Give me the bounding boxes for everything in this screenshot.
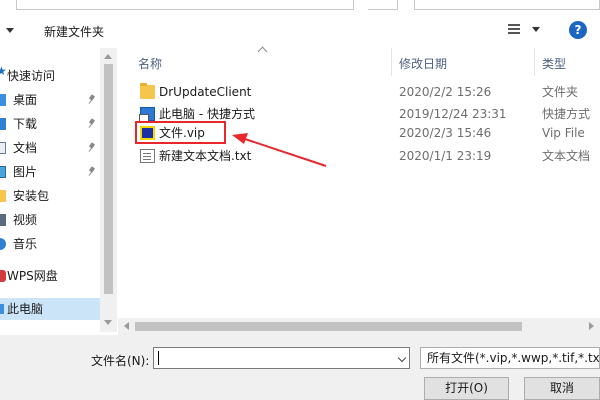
cancel-button[interactable]: 取消 (524, 377, 600, 400)
nav-item-label: 桌面 (13, 93, 38, 107)
address-bar[interactable] (16, 0, 354, 10)
view-options-button[interactable] (508, 22, 542, 38)
nav-item-label: 快速访问 (7, 69, 56, 83)
nav-item-label: 图片 (13, 165, 38, 179)
search-box[interactable] (414, 0, 600, 10)
top-strip (0, 0, 600, 10)
help-icon[interactable]: ? (569, 21, 587, 39)
nav-item-wps-cloud[interactable]: WPS网盘 (0, 265, 100, 287)
column-divider[interactable] (391, 48, 392, 76)
computer-icon (0, 304, 4, 314)
desktop-icon (0, 94, 6, 106)
file-name: DrUpdateClient (159, 85, 252, 99)
dialog-footer: 文件名(N): 所有文件(*.vip,*.wwp,*.tif,*.txt, 打开… (0, 335, 600, 400)
scrollbar-thumb[interactable] (104, 64, 113, 294)
file-type: 文件夹 (542, 85, 579, 99)
nav-item-label: 此电脑 (7, 302, 44, 316)
open-button[interactable]: 打开(O) (424, 377, 509, 400)
nav-item-label: 下载 (13, 117, 38, 131)
scroll-up-icon[interactable] (104, 54, 112, 59)
view-list-icon (508, 24, 520, 35)
pin-icon[interactable] (88, 95, 96, 105)
horizontal-scrollbar[interactable] (118, 318, 600, 335)
file-date: 2020/2/3 15:46 (399, 126, 492, 140)
nav-item-videos[interactable]: 视频 (0, 209, 100, 231)
nav-item-label: 视频 (13, 213, 38, 227)
file-type: 文本文档 (542, 149, 591, 163)
nav-item-label: 安装包 (13, 189, 50, 203)
cloud-icon (0, 270, 6, 282)
new-folder-button[interactable]: 新建文件夹 (44, 23, 104, 40)
nav-item-pictures[interactable]: 图片 (0, 161, 100, 183)
text-cursor (158, 351, 159, 365)
music-icon (0, 238, 6, 250)
file-type: 快捷方式 (542, 107, 591, 121)
column-headers: 名称 修改日期 类型 (118, 48, 600, 76)
nav-item-quick-access[interactable]: ★ 快速访问 (0, 64, 100, 87)
toolbar: 织 新建文件夹 ? (0, 10, 600, 48)
nav-item-installers[interactable]: 安装包 (0, 185, 100, 207)
file-date: 2020/2/2 15:26 (399, 85, 492, 99)
file-date: 2020/1/1 23:19 (399, 149, 492, 163)
chevron-down-icon (6, 28, 14, 33)
text-file-icon (140, 149, 155, 163)
nav-item-documents[interactable]: 文档 (0, 137, 100, 159)
navigation-scrollbar[interactable] (100, 48, 117, 332)
nav-item-music[interactable]: 音乐 (0, 233, 100, 255)
document-icon (0, 142, 6, 154)
chevron-down-icon[interactable] (397, 353, 407, 363)
picture-icon (0, 166, 6, 178)
nav-item-desktop[interactable]: 桌面 (0, 89, 100, 111)
pin-icon[interactable] (88, 167, 96, 177)
download-icon (0, 118, 6, 130)
scroll-right-icon[interactable] (589, 322, 594, 330)
file-row[interactable]: 新建文本文档.txt 2020/1/1 23:19 文本文档 (118, 146, 600, 166)
video-icon (0, 214, 6, 226)
scroll-left-icon[interactable] (124, 322, 129, 330)
file-name: 新建文本文档.txt (159, 149, 252, 163)
pin-icon[interactable] (88, 119, 96, 129)
scrollbar-thumb[interactable] (135, 322, 522, 331)
filename-field[interactable] (153, 347, 410, 369)
folder-icon (0, 190, 6, 202)
column-header-type[interactable]: 类型 (542, 55, 566, 72)
file-list: 名称 修改日期 类型 DrUpdateClient 2020/2/2 15:26… (118, 48, 600, 318)
address-dropdown-button[interactable] (368, 0, 398, 10)
file-type-filter[interactable]: 所有文件(*.vip,*.wwp,*.tif,*.txt, (420, 347, 600, 369)
column-divider[interactable] (534, 48, 535, 76)
nav-item-label: 文档 (13, 141, 38, 155)
file-row[interactable]: DrUpdateClient 2020/2/2 15:26 文件夹 (118, 82, 600, 102)
file-type-filter-value: 所有文件(*.vip,*.wwp,*.tif,*.txt, (427, 351, 600, 365)
computer-shortcut-icon (139, 107, 155, 123)
nav-item-downloads[interactable]: 下载 (0, 113, 100, 135)
nav-item-this-pc[interactable]: 此电脑 (0, 298, 100, 320)
column-header-date[interactable]: 修改日期 (399, 55, 447, 72)
folder-icon (140, 83, 155, 99)
nav-item-label: 音乐 (13, 237, 38, 251)
file-date: 2019/12/24 23:31 (399, 107, 507, 121)
scroll-down-icon[interactable] (104, 320, 112, 325)
sort-ascending-icon (259, 48, 267, 54)
filename-label: 文件名(N): (91, 354, 150, 368)
pin-icon[interactable] (88, 143, 96, 153)
highlight-box (135, 121, 226, 144)
column-header-name[interactable]: 名称 (138, 55, 162, 72)
chevron-down-icon (532, 27, 540, 32)
file-type: Vip File (542, 126, 585, 140)
nav-item-label: WPS网盘 (7, 269, 58, 283)
filename-input[interactable] (156, 349, 388, 367)
